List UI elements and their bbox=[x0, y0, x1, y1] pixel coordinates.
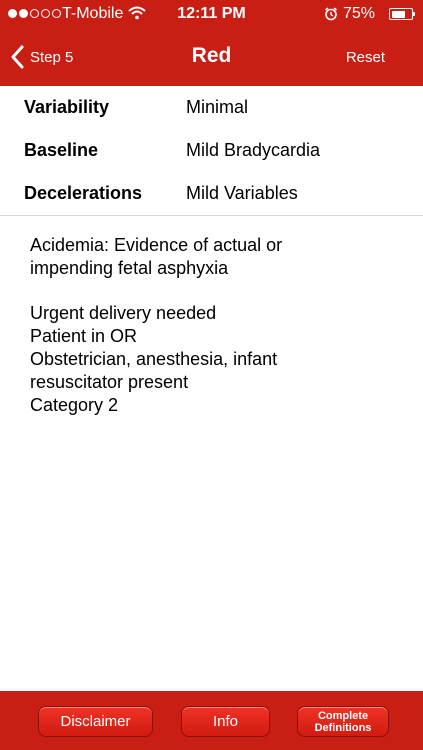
row-label-decelerations: Decelerations bbox=[24, 183, 143, 203]
signal-dot bbox=[30, 9, 39, 18]
row-value-variability: Minimal bbox=[186, 97, 249, 117]
battery-percentage: 75% bbox=[343, 5, 376, 22]
description: Acidemia: Evidence of actual or impendin… bbox=[30, 234, 400, 439]
signal-dot bbox=[19, 9, 28, 18]
description-line: impending fetal asphyxia bbox=[30, 258, 229, 278]
description-line: Patient in OR bbox=[30, 326, 138, 346]
description-paragraph-2: Urgent delivery needed Patient in OR Obs… bbox=[30, 302, 400, 417]
battery-fill bbox=[391, 10, 405, 18]
carrier-name: T-Mobile bbox=[62, 5, 124, 22]
status-bar: T-Mobile 12:11 PM 75% bbox=[0, 0, 423, 30]
battery-icon bbox=[389, 8, 413, 20]
row-label-baseline: Baseline bbox=[24, 140, 99, 160]
header: T-Mobile 12:11 PM 75% Step 5 Red Reset bbox=[0, 0, 423, 86]
signal-dot bbox=[8, 9, 17, 18]
complete-definitions-button[interactable]: Complete Definitions bbox=[297, 706, 389, 737]
footer-toolbar: Disclaimer Info Complete Definitions bbox=[0, 691, 423, 750]
description-line: Category 2 bbox=[30, 395, 119, 415]
signal-dot bbox=[41, 9, 50, 18]
signal-strength-icon bbox=[8, 9, 61, 18]
complete-definitions-label-line1: Complete bbox=[317, 709, 369, 722]
description-line: Obstetrician, anesthesia, infant bbox=[30, 349, 278, 369]
summary-table: Variability Minimal Baseline Mild Bradyc… bbox=[0, 86, 423, 215]
info-button[interactable]: Info bbox=[181, 706, 270, 737]
battery-nub bbox=[413, 12, 415, 16]
row-value-baseline: Mild Bradycardia bbox=[186, 140, 321, 160]
back-button[interactable]: Step 5 bbox=[10, 40, 73, 74]
alarm-clock-icon bbox=[325, 7, 337, 21]
wifi-icon bbox=[128, 6, 146, 20]
divider bbox=[0, 215, 423, 216]
row-label-variability: Variability bbox=[24, 97, 110, 117]
chevron-left-icon bbox=[11, 45, 24, 69]
back-button-label: Step 5 bbox=[30, 48, 74, 66]
disclaimer-button-label: Disclaimer bbox=[60, 713, 131, 730]
complete-definitions-label-line2: Definitions bbox=[314, 721, 372, 734]
disclaimer-button[interactable]: Disclaimer bbox=[38, 706, 153, 737]
signal-dot bbox=[52, 9, 61, 18]
description-paragraph-1: Acidemia: Evidence of actual or impendin… bbox=[30, 234, 400, 280]
table-row: Variability Minimal bbox=[0, 86, 423, 129]
table-row: Decelerations Mild Variables bbox=[0, 172, 423, 215]
description-line: Acidemia: Evidence of actual or bbox=[30, 235, 283, 255]
table-row: Baseline Mild Bradycardia bbox=[0, 129, 423, 172]
description-line: resuscitator present bbox=[30, 372, 189, 392]
info-button-label: Info bbox=[212, 713, 239, 730]
description-line: Urgent delivery needed bbox=[30, 303, 217, 323]
row-value-decelerations: Mild Variables bbox=[186, 183, 298, 203]
reset-button[interactable]: Reset bbox=[346, 49, 385, 66]
